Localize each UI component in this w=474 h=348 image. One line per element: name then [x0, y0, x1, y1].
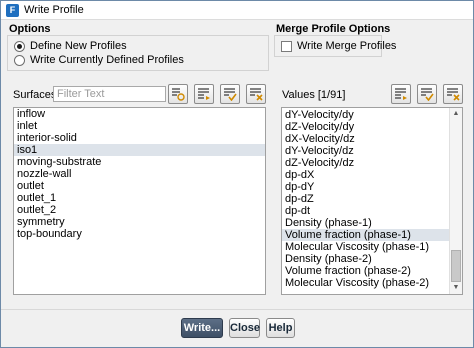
list-item[interactable]: iso1	[14, 144, 265, 156]
deselect-all-icon	[250, 88, 263, 101]
list-item[interactable]: dp-dZ	[282, 193, 462, 205]
list-item[interactable]: Molecular Viscosity (phase-1)	[282, 241, 462, 253]
surfaces-items: inflow inlet interior-solid iso1 moving-subs…	[14, 108, 265, 240]
radio-label-define-new: Define New Profiles	[30, 40, 127, 52]
surfaces-list[interactable]: inflow inlet interior-solid iso1 moving-subs…	[13, 107, 266, 295]
scroll-up-arrow-icon[interactable]: ▲	[450, 108, 462, 120]
values-label: Values [1/91]	[282, 89, 346, 101]
list-item[interactable]: Molecular Viscosity (phase-2)	[282, 277, 462, 289]
list-item[interactable]: Density (phase-1)	[282, 217, 462, 229]
values-select-button[interactable]	[391, 84, 411, 104]
list-item[interactable]: dZ-Velocity/dy	[282, 121, 462, 133]
list-item[interactable]: nozzle-wall	[14, 168, 265, 180]
list-item[interactable]: dZ-Velocity/dz	[282, 157, 462, 169]
close-button[interactable]: Close	[229, 318, 260, 338]
surfaces-filter-input[interactable]	[53, 86, 166, 102]
radio-button[interactable]	[14, 54, 25, 66]
list-item[interactable]: moving-substrate	[14, 156, 265, 168]
values-items: dY-Velocity/dy dZ-Velocity/dy dX-Velocity/…	[282, 108, 462, 289]
list-item[interactable]: outlet	[14, 180, 265, 192]
write-button[interactable]: Write...	[181, 318, 223, 338]
list-item[interactable]: dp-dX	[282, 169, 462, 181]
radio-button-selected[interactable]	[14, 40, 25, 52]
list-item[interactable]: dp-dY	[282, 181, 462, 193]
values-deselect-all-button[interactable]	[443, 84, 463, 104]
select-icon	[395, 88, 407, 100]
list-item[interactable]: Volume fraction (phase-1)	[282, 229, 462, 241]
deselect-all-icon	[447, 88, 460, 101]
checkbox-box[interactable]	[281, 40, 292, 52]
merge-heading: Merge Profile Options	[276, 23, 391, 35]
list-item[interactable]: interior-solid	[14, 132, 265, 144]
button-bar: Write... Close Help	[1, 309, 473, 347]
scroll-thumb[interactable]	[451, 250, 461, 282]
title-bar: F Write Profile	[1, 1, 473, 20]
select-all-icon	[224, 88, 237, 101]
list-item[interactable]: inflow	[14, 108, 265, 120]
app-icon: F	[6, 4, 19, 17]
surfaces-select-all-button[interactable]	[220, 84, 240, 104]
list-item[interactable]: Volume fraction (phase-2)	[282, 265, 462, 277]
surfaces-label: Surfaces	[13, 89, 57, 101]
write-merge-profiles-checkbox[interactable]: Write Merge Profiles	[281, 40, 396, 52]
write-profile-dialog: F Write Profile Options Define New Profi…	[0, 0, 474, 348]
list-item[interactable]: dY-Velocity/dy	[282, 109, 462, 121]
radio-label-write-defined: Write Currently Defined Profiles	[30, 54, 184, 66]
values-scrollbar[interactable]: ▲ ▼	[449, 108, 462, 294]
surfaces-deselect-all-button[interactable]	[246, 84, 266, 104]
list-item[interactable]: dX-Velocity/dz	[282, 133, 462, 145]
radio-define-new-profiles[interactable]: Define New Profiles	[14, 40, 127, 52]
write-merge-profiles-label: Write Merge Profiles	[297, 40, 397, 52]
window-title: Write Profile	[24, 4, 84, 16]
list-item[interactable]: dY-Velocity/dz	[282, 145, 462, 157]
values-list[interactable]: dY-Velocity/dy dZ-Velocity/dy dX-Velocity/…	[281, 107, 463, 295]
scroll-down-arrow-icon[interactable]: ▼	[450, 282, 462, 294]
help-button[interactable]: Help	[266, 318, 295, 338]
surfaces-filter-button[interactable]	[168, 84, 188, 104]
list-item[interactable]: top-boundary	[14, 228, 265, 240]
surfaces-select-button[interactable]	[194, 84, 214, 104]
options-heading: Options	[9, 23, 51, 35]
list-item[interactable]: outlet_1	[14, 192, 265, 204]
select-all-icon	[421, 88, 434, 101]
radio-write-defined-profiles[interactable]: Write Currently Defined Profiles	[14, 54, 184, 66]
select-icon	[198, 88, 210, 100]
list-item[interactable]: dp-dt	[282, 205, 462, 217]
list-item[interactable]: symmetry	[14, 216, 265, 228]
list-item[interactable]: Density (phase-2)	[282, 253, 462, 265]
values-select-all-button[interactable]	[417, 84, 437, 104]
filter-icon	[172, 88, 185, 101]
list-item[interactable]: inlet	[14, 120, 265, 132]
list-item[interactable]: outlet_2	[14, 204, 265, 216]
